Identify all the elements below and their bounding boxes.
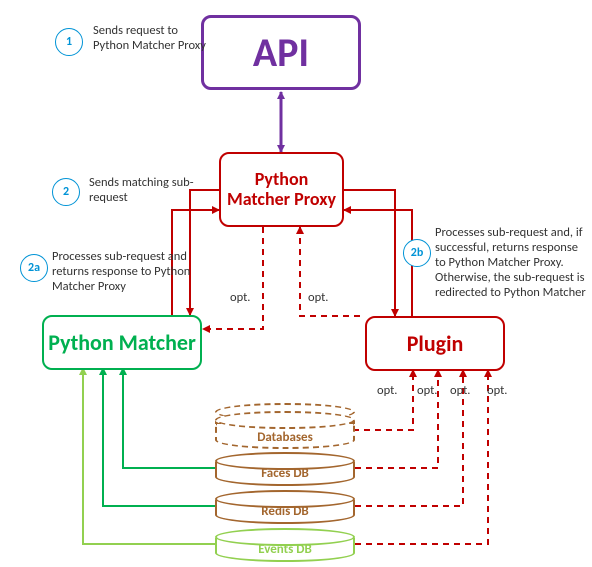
arrow-plugin-to-proxy [344, 210, 412, 316]
arrow-events-to-matcher [83, 368, 215, 544]
opt-label-3: opt. [377, 383, 397, 398]
opt-label-1: opt. [230, 290, 250, 305]
events-db-cylinder: Events DB [215, 532, 355, 562]
opt-label-4: opt. [417, 383, 437, 398]
redis-db-cylinder: Redis DB [215, 494, 355, 524]
arrow-faces-to-matcher [123, 368, 215, 468]
badge-2-text: 2 [63, 185, 69, 199]
badge-2a: 2a [20, 254, 48, 282]
badge-2a-text: 2a [28, 261, 40, 275]
plugin-label: Plugin [407, 330, 464, 357]
opt-label-2: opt. [308, 290, 328, 305]
badge-1: 1 [55, 28, 83, 56]
opt-label-6: opt. [487, 383, 507, 398]
python-matcher-label: Python Matcher [48, 331, 196, 354]
databases-cylinder: Databases [215, 415, 355, 449]
plugin-node: Plugin [365, 316, 505, 371]
opt-label-5: opt. [450, 383, 470, 398]
badge-1-text: 1 [66, 35, 72, 49]
arrow-redis-to-matcher [103, 368, 215, 506]
badge-2: 2 [52, 178, 80, 206]
note-1: Sends request to Python Matcher Proxy [93, 23, 208, 53]
badge-2b-text: 2b [411, 246, 424, 260]
note-2b: Processes sub-request and, if successful… [435, 225, 590, 300]
faces-db-cylinder: Faces DB [215, 456, 355, 486]
arrow-redis-to-plugin [355, 370, 463, 506]
api-node: API [201, 15, 361, 90]
badge-2b: 2b [403, 239, 431, 267]
arrow-proxy-redirect-matcher [203, 227, 263, 329]
arrow-databases-to-plugin [353, 370, 413, 430]
proxy-label: Python Matcher Proxy [225, 170, 338, 210]
python-matcher-node: Python Matcher [42, 315, 202, 370]
note-2: Sends matching sub-request [89, 175, 199, 205]
proxy-node: Python Matcher Proxy [219, 152, 344, 227]
api-label: API [253, 28, 309, 77]
arrow-proxy-to-plugin [344, 190, 395, 316]
note-2a: Processes sub-request and returns respon… [52, 249, 197, 294]
